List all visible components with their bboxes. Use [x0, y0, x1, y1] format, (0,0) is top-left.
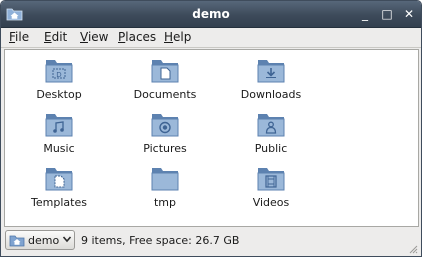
item-label: Downloads — [240, 88, 302, 101]
menu-file[interactable]: File — [9, 30, 29, 44]
item-label: Desktop — [36, 88, 82, 101]
music-folder-icon — [45, 114, 73, 137]
title-bar[interactable]: demo _ □ ✕ — [1, 1, 421, 28]
folder-item-public[interactable]: Public — [221, 110, 321, 155]
documents-folder-icon — [151, 60, 179, 83]
folder-item-templates[interactable]: Templates — [9, 164, 109, 209]
downloads-folder-icon — [257, 60, 285, 83]
menu-edit[interactable]: Edit — [44, 30, 67, 44]
videos-folder-icon — [257, 168, 285, 191]
folder-item-tmp[interactable]: tmp — [115, 164, 215, 209]
desktop-folder-icon: D — [45, 60, 73, 83]
resize-grip-icon[interactable] — [408, 244, 418, 254]
item-label: Documents — [133, 88, 197, 101]
menu-help[interactable]: Help — [164, 30, 191, 44]
item-label: Music — [43, 142, 75, 155]
file-manager-window: demo _ □ ✕ File Edit View Places Help D … — [0, 0, 422, 257]
item-label: tmp — [153, 196, 176, 209]
home-folder-icon — [9, 235, 25, 247]
folder-item-documents[interactable]: Documents — [115, 56, 215, 101]
public-folder-icon — [257, 114, 285, 137]
pictures-folder-icon — [151, 114, 179, 137]
menu-places[interactable]: Places — [118, 30, 156, 44]
status-bar: demo 9 items, Free space: 26.7 GB — [1, 227, 421, 256]
menu-view[interactable]: View — [80, 30, 108, 44]
minimize-button[interactable]: _ — [358, 7, 372, 21]
item-label: Templates — [31, 196, 87, 209]
folder-item-videos[interactable]: Videos — [221, 164, 321, 209]
maximize-button[interactable]: □ — [380, 7, 394, 21]
menu-bar: File Edit View Places Help — [1, 28, 421, 48]
templates-folder-icon — [45, 168, 73, 191]
folder-icon — [151, 168, 179, 191]
item-label: Pictures — [143, 142, 187, 155]
chevron-down-icon — [62, 236, 72, 243]
location-button[interactable]: demo — [5, 230, 75, 250]
folder-item-desktop[interactable]: D Desktop — [9, 56, 109, 101]
folder-item-music[interactable]: Music — [9, 110, 109, 155]
status-text: 9 items, Free space: 26.7 GB — [81, 234, 240, 247]
location-label: demo — [28, 234, 60, 247]
svg-text:D: D — [56, 71, 61, 79]
item-label: Public — [254, 142, 288, 155]
folder-item-pictures[interactable]: Pictures — [115, 110, 215, 155]
folder-item-downloads[interactable]: Downloads — [221, 56, 321, 101]
close-button[interactable]: ✕ — [402, 7, 416, 21]
icon-view[interactable]: D Desktop Documents Downloads Music Pict… — [4, 49, 419, 227]
item-label: Videos — [252, 196, 290, 209]
